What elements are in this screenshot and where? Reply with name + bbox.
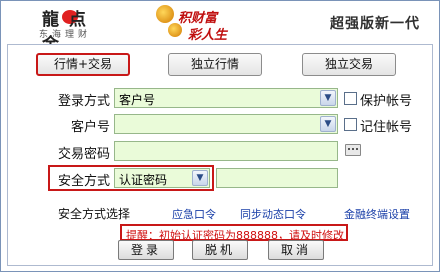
protect-account-checkbox[interactable] [344, 92, 357, 105]
login-form: 行情+交易 独立行情 独立交易 登录方式 客户号 ▼ 保护帐号 客户号 ▼ 记住… [7, 44, 433, 266]
remember-account-label: 记住帐号 [360, 120, 413, 135]
logo: 龍点金 东海理财 [12, 4, 122, 55]
dropdown-arrow-icon[interactable]: ▼ [192, 170, 208, 186]
login-button[interactable]: 登录 [118, 240, 174, 260]
tab-trade-only[interactable]: 独立交易 [302, 53, 396, 76]
security-method-value: 认证密码 [119, 173, 168, 187]
offline-button[interactable]: 脱机 [192, 240, 248, 260]
tab-quote-trade[interactable]: 行情+交易 [36, 53, 130, 76]
protect-account-label: 保护帐号 [360, 94, 413, 109]
notice-box: 提醒：初始认证密码为888888，请及时修改 [120, 224, 348, 242]
dropdown-arrow-icon[interactable]: ▼ [320, 116, 336, 132]
login-method-label: 登录方式 [57, 94, 110, 109]
remember-account-checkbox[interactable] [344, 118, 357, 131]
coin-icon [168, 23, 182, 37]
account-input[interactable]: ▼ [114, 114, 338, 134]
dynamic-code-link[interactable]: 同步动态口令 [240, 206, 306, 222]
login-method-value: 客户号 [119, 93, 156, 107]
banner: 龍点金 东海理财 积财富 彩人生 超强版新一代 [2, 2, 438, 55]
slogan-line-2: 彩人生 [188, 28, 228, 43]
account-label: 客户号 [70, 120, 110, 135]
login-method-select[interactable]: 客户号 ▼ [114, 88, 338, 108]
dropdown-arrow-icon[interactable]: ▼ [320, 90, 336, 106]
edition-label: 超强版新一代 [330, 16, 420, 32]
keyboard-icon[interactable] [345, 144, 361, 156]
security-method-select[interactable]: 认证密码 ▼ [114, 168, 210, 188]
password-input[interactable] [114, 141, 338, 161]
security-method-label: 安全方式 [57, 174, 110, 189]
emergency-code-link[interactable]: 应急口令 [172, 206, 216, 222]
logo-subtitle: 东海理财 [39, 30, 92, 40]
cancel-button[interactable]: 取消 [268, 240, 324, 260]
password-label: 交易密码 [57, 147, 110, 162]
coin-icon [156, 5, 174, 23]
security-code-input[interactable] [216, 168, 338, 188]
login-window: 龍点金 东海理财 积财富 彩人生 超强版新一代 行情+交易 独立行情 独立交易 … [0, 0, 440, 272]
slogan: 积财富 彩人生 [154, 4, 274, 43]
tab-quote-only[interactable]: 独立行情 [168, 53, 262, 76]
security-choice-label: 安全方式选择 [58, 207, 131, 221]
finance-terminal-settings-link[interactable]: 金融终端设置 [344, 206, 410, 222]
